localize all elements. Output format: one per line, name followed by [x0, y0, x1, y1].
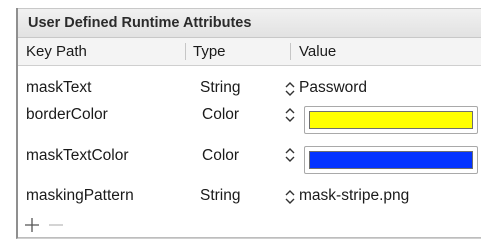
type-cell[interactable]: Color	[202, 147, 239, 165]
color-swatch	[309, 111, 473, 129]
color-well-mask-text[interactable]	[304, 146, 478, 174]
column-header-key-path[interactable]: Key Path	[26, 43, 87, 60]
panel-title-bar: User Defined Runtime Attributes	[18, 8, 481, 38]
value-cell[interactable]: Password	[299, 79, 367, 97]
color-swatch	[309, 151, 473, 169]
type-stepper-icon[interactable]	[284, 81, 296, 97]
key-path-cell[interactable]: maskTextColor	[26, 147, 129, 165]
column-header-value[interactable]: Value	[299, 43, 336, 60]
column-divider[interactable]	[290, 43, 291, 60]
panel-title: User Defined Runtime Attributes	[28, 15, 252, 31]
table-footer	[18, 213, 481, 238]
color-well-border[interactable]	[304, 106, 478, 134]
column-divider[interactable]	[185, 43, 186, 60]
type-cell[interactable]: String	[200, 79, 241, 97]
minus-icon[interactable]	[48, 217, 64, 233]
type-cell[interactable]: String	[200, 187, 241, 205]
runtime-attributes-panel: User Defined Runtime Attributes Key Path…	[16, 8, 481, 239]
type-cell[interactable]: Color	[202, 106, 239, 124]
table-header: Key Path Type Value	[18, 38, 481, 66]
key-path-cell[interactable]: maskingPattern	[26, 187, 134, 205]
value-cell[interactable]: mask-stripe.png	[299, 187, 409, 205]
key-path-cell[interactable]: maskText	[26, 79, 91, 97]
type-stepper-icon[interactable]	[284, 147, 296, 163]
type-stepper-icon[interactable]	[284, 189, 296, 205]
type-stepper-icon[interactable]	[284, 107, 296, 123]
plus-icon[interactable]	[24, 217, 40, 233]
column-header-type[interactable]: Type	[193, 43, 226, 60]
key-path-cell[interactable]: borderColor	[26, 106, 108, 124]
